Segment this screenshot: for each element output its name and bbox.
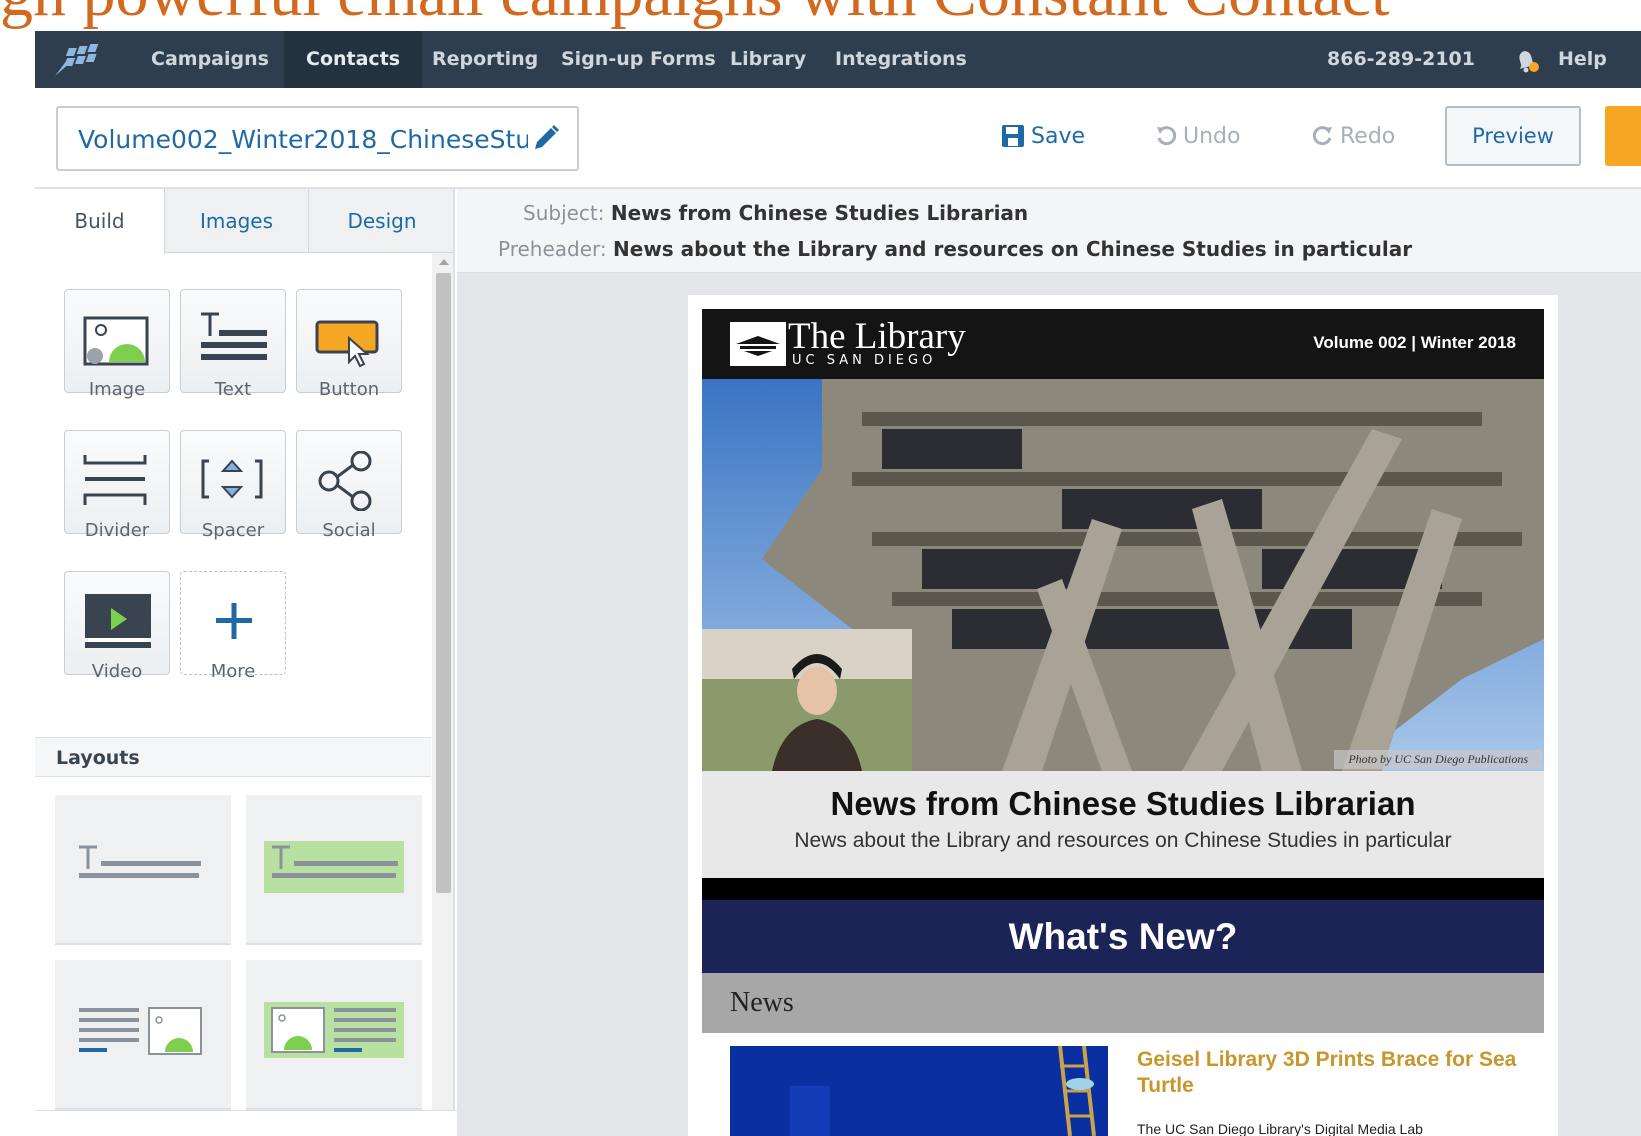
text-icon: [201, 312, 267, 360]
spacer-block-label: Spacer: [201, 520, 265, 541]
nav-campaigns[interactable]: Campaigns: [129, 31, 291, 88]
continue-button[interactable]: [1605, 106, 1641, 166]
build-panel: Build Images Design Image Text Button Di…: [35, 189, 455, 1136]
page-heading-fragment: gn powerful email campaigns with Constan…: [0, 0, 1389, 31]
divider-block-label: Divider: [84, 520, 150, 541]
page-heading-strip: gn powerful email campaigns with Constan…: [0, 0, 1641, 31]
social-block-label: Social: [322, 520, 376, 541]
nav-integrations[interactable]: Integrations: [813, 31, 989, 88]
hero-image[interactable]: Photo by UC San Diego Publications: [702, 379, 1544, 771]
save-label: Save: [1031, 123, 1086, 149]
support-phone: 866-289-2101: [1327, 48, 1475, 70]
button-block-label: Button: [318, 379, 380, 400]
plus-icon: [216, 603, 252, 639]
text-block-label: Text: [214, 379, 252, 400]
email-header[interactable]: The Library UC SAN DIEGO Volume 002 | Wi…: [702, 309, 1544, 379]
preheader-value: News about the Library and resources on …: [613, 237, 1413, 261]
geisel-library-photo: [702, 379, 1544, 771]
email-name-input[interactable]: [78, 120, 528, 158]
scrollbar-thumb[interactable]: [436, 273, 451, 893]
preheader-row[interactable]: Preheader: News about the Library and re…: [498, 237, 1412, 261]
layout-card-text-highlight[interactable]: [246, 795, 422, 945]
news-section-label[interactable]: News: [702, 973, 1544, 1033]
section-heading[interactable]: What's New?: [702, 900, 1544, 973]
email-canvas: Subject: News from Chinese Studies Libra…: [457, 189, 1641, 1136]
article-snippet: The UC San Diego Library's Digital Media…: [1137, 1121, 1423, 1136]
subject-label: Subject:: [523, 201, 605, 225]
layout-card-text-image[interactable]: [55, 960, 231, 1110]
bell-icon[interactable]: [1511, 45, 1541, 75]
preview-button[interactable]: Preview: [1445, 106, 1581, 166]
text-layout-icon: [79, 845, 201, 878]
undo-label: Undo: [1183, 123, 1241, 149]
panel-tabs: Build Images Design: [35, 189, 453, 254]
email-preview: The Library UC SAN DIEGO Volume 002 | Wi…: [688, 295, 1558, 1136]
sea-turtle-image[interactable]: [730, 1046, 1108, 1136]
divider-block-tile[interactable]: [64, 430, 170, 534]
button-icon: [315, 320, 379, 368]
undo-button[interactable]: Undo: [1155, 110, 1240, 162]
panel-scrollbar[interactable]: [432, 253, 453, 1136]
email-meta: Subject: News from Chinese Studies Libra…: [457, 189, 1641, 273]
volume-label: Volume 002 | Winter 2018: [1313, 333, 1516, 352]
more-blocks-tile[interactable]: [180, 571, 286, 675]
email-name-field[interactable]: [56, 106, 579, 171]
video-play-icon: [85, 594, 151, 648]
article-title[interactable]: Geisel Library 3D Prints Brace for Sea T…: [1137, 1047, 1517, 1099]
save-button[interactable]: Save: [1001, 110, 1085, 162]
text-highlight-layout-icon: [264, 841, 404, 893]
editor-toolbar: Save Undo Redo Preview: [35, 88, 1641, 189]
divider-icon: [83, 455, 147, 505]
redo-button[interactable]: Redo: [1312, 110, 1395, 162]
redo-icon: [1312, 126, 1332, 146]
tab-images[interactable]: Images: [165, 189, 309, 253]
image-text-layout-icon: [264, 1002, 404, 1058]
nav-contacts[interactable]: Contacts: [284, 31, 423, 88]
layouts-heading: Layouts: [35, 737, 431, 777]
image-icon: [83, 316, 149, 366]
nav-library[interactable]: Library: [708, 31, 828, 88]
library-sub: UC SAN DIEGO: [792, 353, 937, 368]
layout-card-text[interactable]: [55, 795, 231, 945]
tab-design[interactable]: Design: [309, 189, 453, 253]
image-block-label: Image: [88, 379, 146, 400]
subject-value: News from Chinese Studies Librarian: [610, 201, 1029, 225]
subject-row[interactable]: Subject: News from Chinese Studies Libra…: [523, 201, 1028, 225]
share-icon: [318, 451, 372, 511]
ucsd-library-logo-icon: [730, 322, 786, 366]
text-block-tile[interactable]: [180, 289, 286, 393]
floppy-disk-icon: [1002, 125, 1024, 147]
photo-credit: Photo by UC San Diego Publications: [1334, 750, 1542, 769]
nav-help[interactable]: Help: [1558, 31, 1641, 88]
button-block-tile[interactable]: [296, 289, 402, 393]
layout-card-image-text[interactable]: [246, 960, 422, 1110]
tab-build[interactable]: Build: [35, 189, 165, 254]
library-name: The Library: [788, 316, 966, 357]
preheader-label: Preheader:: [498, 237, 607, 261]
newsletter-title-block[interactable]: News from Chinese Studies Librarian News…: [702, 771, 1544, 878]
spacer-block-tile[interactable]: [180, 430, 286, 534]
social-block-tile[interactable]: [296, 430, 402, 534]
top-navbar: Campaigns Contacts Reporting Sign-up For…: [35, 31, 1641, 88]
scroll-up-arrow-icon[interactable]: [439, 259, 449, 265]
video-block-label: Video: [91, 661, 143, 682]
nav-reporting[interactable]: Reporting: [410, 31, 560, 88]
redo-label: Redo: [1340, 123, 1396, 149]
constant-contact-logo-icon[interactable]: [53, 42, 109, 78]
more-blocks-label: More: [210, 661, 256, 682]
divider-bar[interactable]: [702, 878, 1544, 900]
newsletter-subtitle: News about the Library and resources on …: [794, 829, 1452, 852]
newsletter-title: News from Chinese Studies Librarian: [830, 785, 1416, 822]
image-block-tile[interactable]: [64, 289, 170, 393]
text-image-layout-icon: [79, 1007, 202, 1055]
undo-icon: [1157, 126, 1177, 146]
pencil-icon[interactable]: [531, 123, 561, 153]
spacer-icon: [201, 459, 263, 499]
video-block-tile[interactable]: [64, 571, 170, 675]
